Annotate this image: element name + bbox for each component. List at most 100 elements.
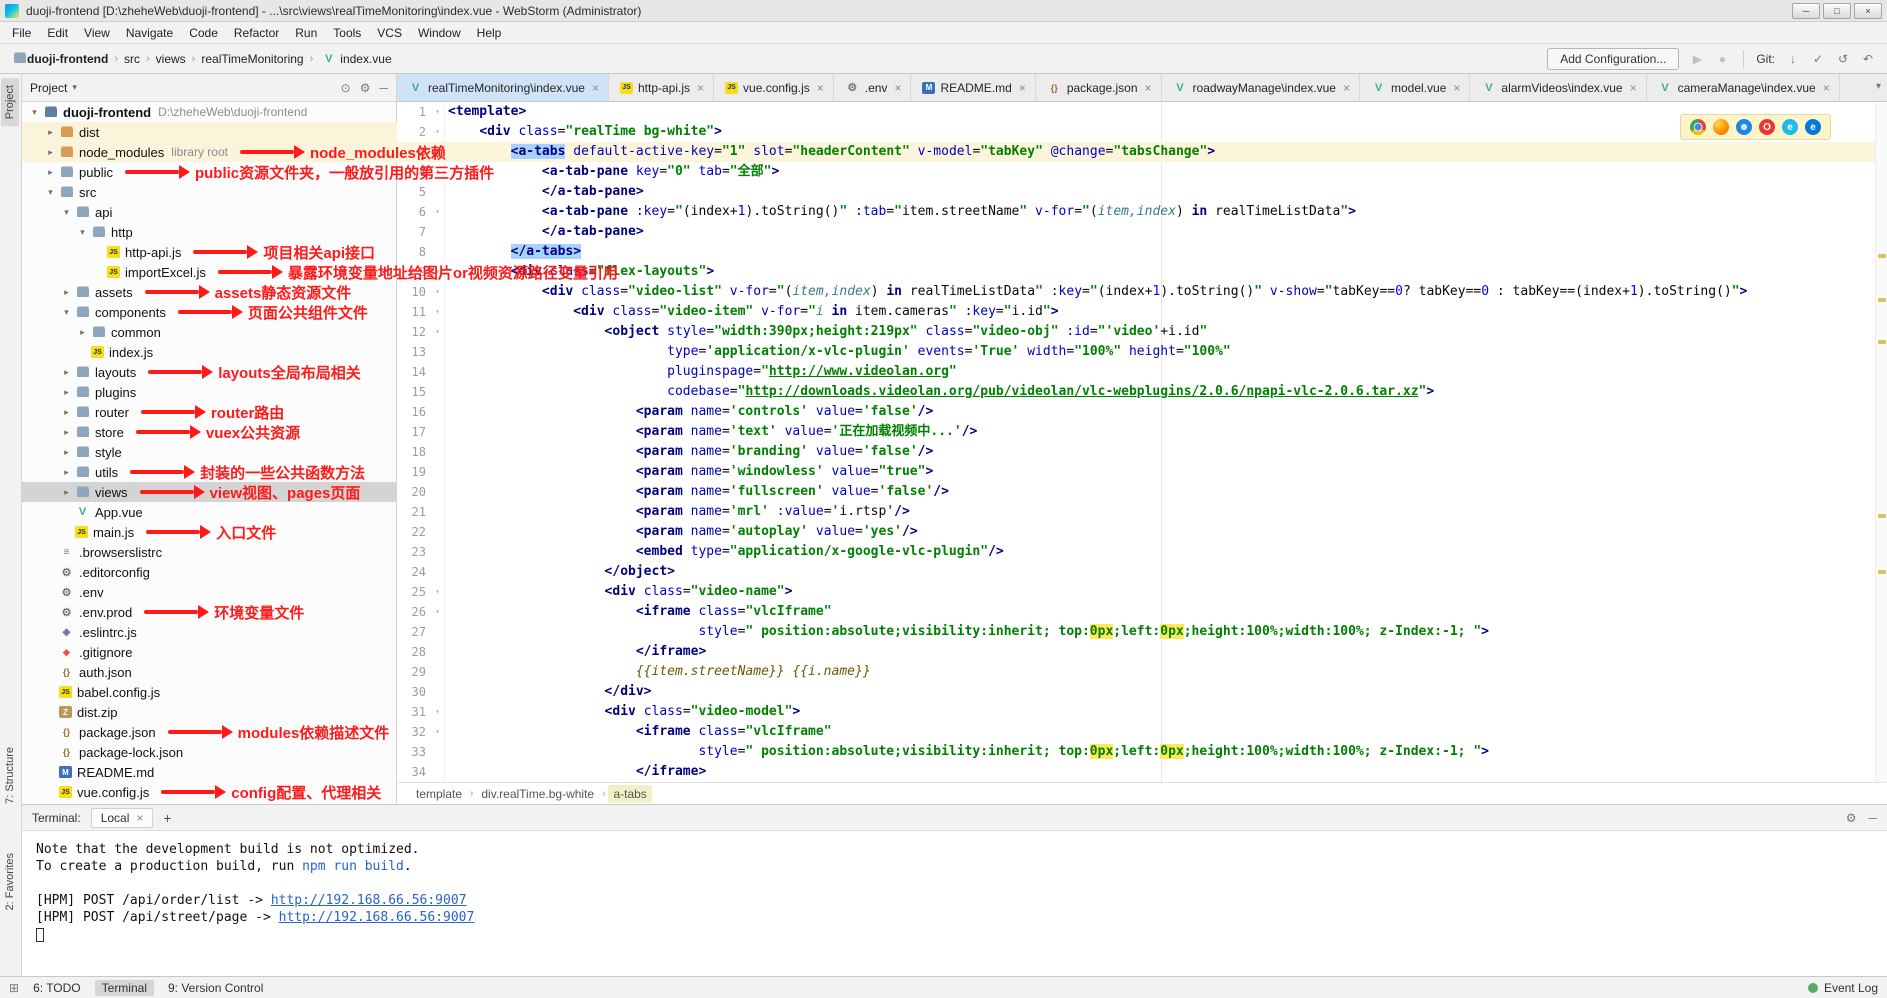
editor-tab[interactable]: JShttp-api.js× <box>609 74 714 101</box>
tree-item[interactable]: ▸common <box>22 322 396 342</box>
expand-arrow-icon[interactable]: ▸ <box>60 287 73 298</box>
tree-item[interactable]: ▸layoutslayouts全局布局相关 <box>22 362 396 382</box>
tree-item[interactable]: Zdist.zip <box>22 702 396 722</box>
expand-arrow-icon[interactable]: ▸ <box>60 367 73 378</box>
editor-tab[interactable]: {}package.json× <box>1036 74 1162 101</box>
terminal-tab-close-icon[interactable]: × <box>136 811 143 825</box>
tree-item[interactable]: ▸assetsassets静态资源文件 <box>22 282 396 302</box>
fold-marker[interactable]: ▾ <box>431 322 445 342</box>
tool-button-structure[interactable]: 7: Structure <box>1 740 19 811</box>
fold-marker[interactable]: ▾ <box>431 282 445 302</box>
minimize-button[interactable]: ─ <box>1792 3 1820 19</box>
menu-item-navigate[interactable]: Navigate <box>118 24 181 42</box>
breadcrumb-item[interactable]: views <box>156 52 186 66</box>
tree-item[interactable]: ▸dist <box>22 122 396 142</box>
close-button[interactable]: × <box>1854 3 1882 19</box>
editor-tab[interactable]: VroadwayManage\index.vue× <box>1162 74 1360 101</box>
expand-arrow-icon[interactable]: ▸ <box>44 127 57 138</box>
terminal-link[interactable]: http://192.168.66.56:9007 <box>279 910 475 925</box>
tree-item[interactable]: JSindex.js <box>22 342 396 362</box>
tab-close-icon[interactable]: × <box>592 81 599 95</box>
menu-item-edit[interactable]: Edit <box>39 24 76 42</box>
tree-item[interactable]: ▸node_moduleslibrary rootnode_modules依赖 <box>22 142 396 162</box>
editor-tab[interactable]: VrealTimeMonitoring\index.vue× <box>397 74 609 101</box>
debug-icon[interactable]: ● <box>1713 50 1731 68</box>
menu-item-code[interactable]: Code <box>181 24 226 42</box>
hide-icon[interactable]: ─ <box>379 81 388 95</box>
git-commit-icon[interactable]: ✓ <box>1809 50 1827 68</box>
menu-item-view[interactable]: View <box>76 24 118 42</box>
terminal-tab-local[interactable]: Local × <box>91 808 154 828</box>
tool-button-project[interactable]: Project <box>1 78 19 126</box>
expand-arrow-icon[interactable]: ▸ <box>60 427 73 438</box>
tree-item[interactable]: ≡.browserslistrc <box>22 542 396 562</box>
collapse-arrow-icon[interactable]: ▾ <box>44 187 57 198</box>
breadcrumb-item[interactable]: duoji-frontend <box>27 52 108 66</box>
tree-item[interactable]: {}package.jsonmodules依赖描述文件 <box>22 722 396 742</box>
tree-item[interactable]: ⚙.env <box>22 582 396 602</box>
tree-item[interactable]: JSmain.js入口文件 <box>22 522 396 542</box>
collapse-arrow-icon[interactable]: ▾ <box>28 107 41 118</box>
menu-item-refactor[interactable]: Refactor <box>226 24 287 42</box>
tree-item[interactable]: JSvue.config.jsconfig配置、代理相关 <box>22 782 396 802</box>
chrome-icon[interactable] <box>1690 119 1706 135</box>
editor-tab[interactable]: JSvue.config.js× <box>714 74 834 101</box>
tab-close-icon[interactable]: × <box>1823 81 1830 95</box>
fold-marker[interactable]: ▾ <box>431 202 445 222</box>
menu-item-file[interactable]: File <box>4 24 39 42</box>
git-revert-icon[interactable]: ↶ <box>1859 50 1877 68</box>
expand-arrow-icon[interactable]: ▸ <box>76 327 89 338</box>
event-log-button[interactable]: Event Log <box>1824 981 1878 995</box>
ie-icon[interactable]: e <box>1782 119 1798 135</box>
terminal-add-tab-button[interactable]: + <box>163 810 171 826</box>
tab-close-icon[interactable]: × <box>1019 81 1026 95</box>
statusbar-6-todo[interactable]: 6: TODO <box>33 981 81 995</box>
tab-list-icon[interactable]: ▾ <box>1876 81 1881 92</box>
terminal-gear-icon[interactable]: ⚙ <box>1846 811 1857 825</box>
tab-close-icon[interactable]: × <box>697 81 704 95</box>
fold-marker[interactable]: ▾ <box>431 102 445 122</box>
locate-icon[interactable]: ⊙ <box>341 81 351 95</box>
tree-item[interactable]: ▸utils封装的一些公共函数方法 <box>22 462 396 482</box>
breadcrumb-item[interactable]: a-tabs <box>608 785 651 803</box>
tree-item[interactable]: ◈.eslintrc.js <box>22 622 396 642</box>
collapse-arrow-icon[interactable]: ▾ <box>60 307 73 318</box>
tree-item[interactable]: ▸storevuex公共资源 <box>22 422 396 442</box>
breadcrumb-item[interactable]: Vindex.vue <box>319 52 391 66</box>
tab-close-icon[interactable]: × <box>894 81 901 95</box>
tree-item[interactable]: {}auth.json <box>22 662 396 682</box>
firefox-icon[interactable] <box>1713 119 1729 135</box>
expand-arrow-icon[interactable]: ▸ <box>60 447 73 458</box>
menu-item-run[interactable]: Run <box>287 24 325 42</box>
menu-item-window[interactable]: Window <box>410 24 469 42</box>
tree-item[interactable]: JSbabel.config.js <box>22 682 396 702</box>
tree-item[interactable]: JShttp-api.js项目相关api接口 <box>22 242 396 262</box>
statusbar-terminal[interactable]: Terminal <box>95 980 154 996</box>
tree-item[interactable]: JSimportExcel.js暴露环境变量地址给图片or视频资源路径变量引用 <box>22 262 396 282</box>
tree-item[interactable]: ▸style <box>22 442 396 462</box>
tab-close-icon[interactable]: × <box>1453 81 1460 95</box>
fold-marker[interactable]: ▾ <box>431 582 445 602</box>
tree-item[interactable]: ▾http <box>22 222 396 242</box>
gear-icon[interactable]: ⚙ <box>360 81 371 95</box>
tree-item[interactable]: ◆.gitignore <box>22 642 396 662</box>
expand-arrow-icon[interactable]: ▸ <box>60 387 73 398</box>
collapse-arrow-icon[interactable]: ▾ <box>60 207 73 218</box>
tree-item[interactable]: ▸viewsview视图、pages页面 <box>22 482 396 502</box>
fold-marker[interactable]: ▾ <box>431 702 445 722</box>
tab-close-icon[interactable]: × <box>1630 81 1637 95</box>
terminal-link[interactable]: http://192.168.66.56:9007 <box>271 893 467 908</box>
add-configuration-button[interactable]: Add Configuration... <box>1547 48 1679 70</box>
fold-marker[interactable]: ▾ <box>431 602 445 622</box>
git-history-icon[interactable]: ↺ <box>1834 50 1852 68</box>
tool-switcher-icon[interactable]: ⊞ <box>9 981 19 995</box>
terminal-output[interactable]: Note that the development build is not o… <box>22 831 1887 943</box>
tree-item[interactable]: ⚙.editorconfig <box>22 562 396 582</box>
tree-item[interactable]: ▾api <box>22 202 396 222</box>
terminal-hide-icon[interactable]: ─ <box>1868 811 1877 825</box>
project-chevron-icon[interactable]: ▾ <box>72 82 77 93</box>
editor-tab[interactable]: ⚙.env× <box>834 74 912 101</box>
tree-item[interactable]: VApp.vue <box>22 502 396 522</box>
editor-tab[interactable]: Vmodel.vue× <box>1360 74 1470 101</box>
tree-item[interactable]: ▸publicpublic资源文件夹，一般放引用的第三方插件 <box>22 162 396 182</box>
